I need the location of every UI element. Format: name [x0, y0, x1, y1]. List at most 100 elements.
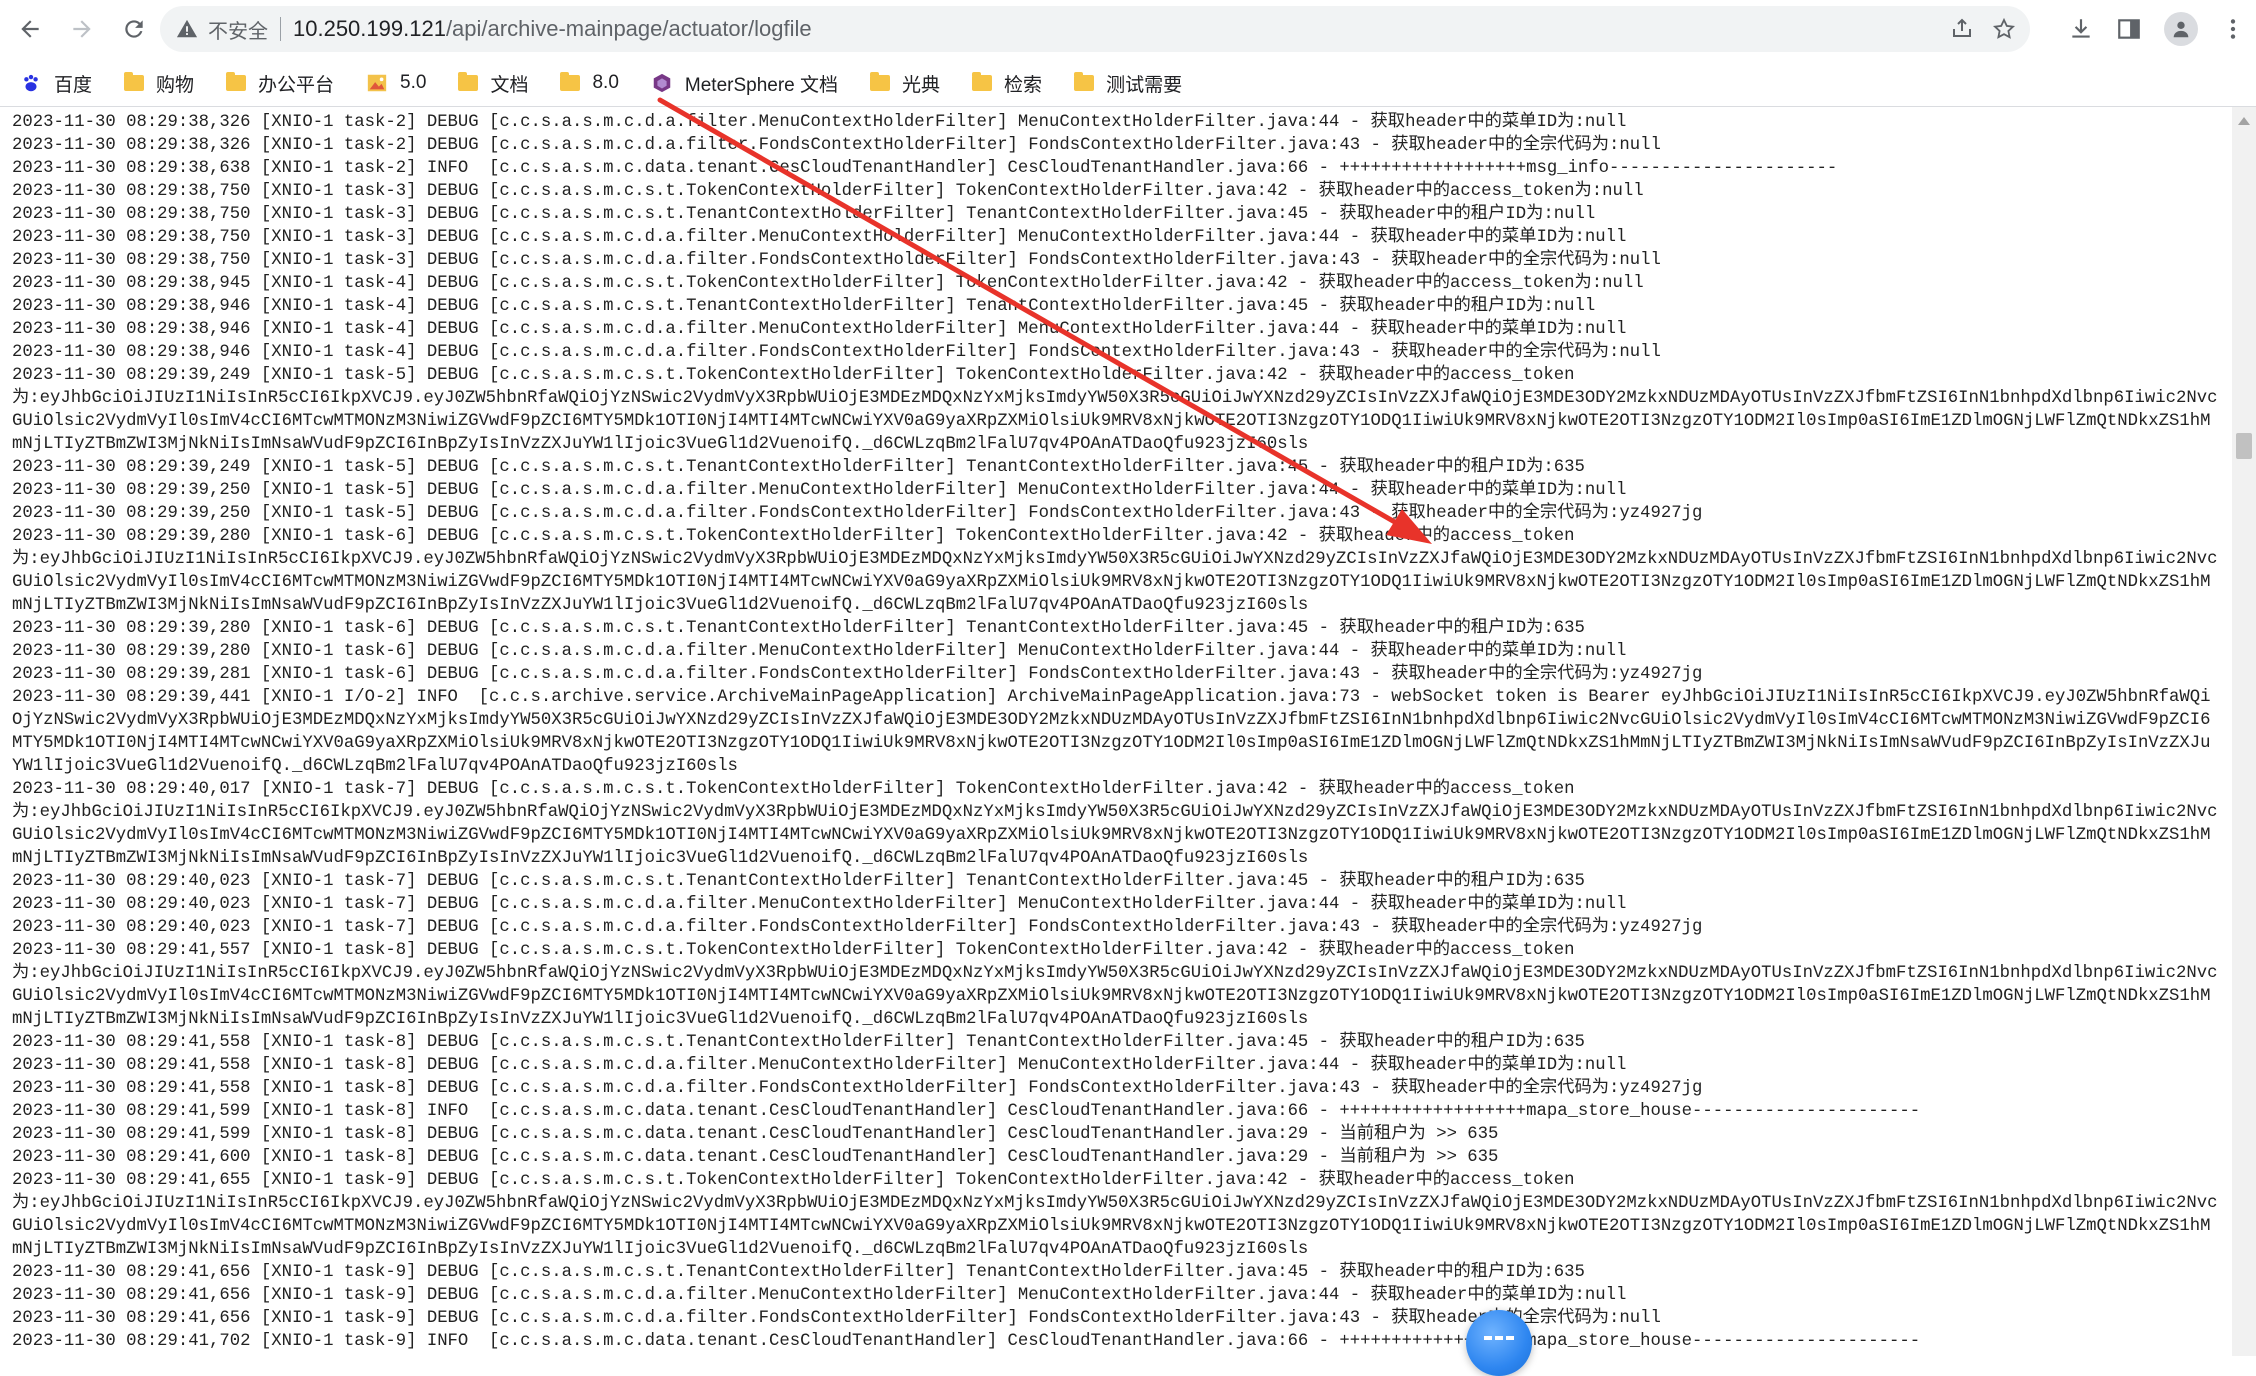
log-line: 2023-11-30 08:29:41,558 [XNIO-1 task-8] … [12, 1056, 1627, 1075]
reload-icon [125, 20, 143, 38]
log-line: 2023-11-30 08:29:41,702 [XNIO-1 task-9] … [12, 1332, 1921, 1351]
log-line: 2023-11-30 08:29:38,750 [XNIO-1 task-3] … [12, 251, 1661, 270]
bookmark-baidu[interactable]: 百度 [8, 65, 104, 101]
log-line: 2023-11-30 08:29:41,558 [XNIO-1 task-8] … [12, 1033, 1585, 1052]
share-icon[interactable] [1950, 17, 1974, 41]
log-line: 为:eyJhbGciOiJIUzI1NiIsInR5cCI6IkpXVCJ9.e… [12, 550, 2218, 615]
url-host[interactable]: 10.250.199.121 [293, 16, 446, 42]
omnibox-divider [280, 17, 281, 41]
log-line: 2023-11-30 08:29:39,280 [XNIO-1 task-6] … [12, 527, 1575, 546]
bookmark-folder-8-0[interactable]: 8.0 [548, 65, 630, 101]
bookmark-folder-guangdian[interactable]: 光典 [858, 65, 952, 101]
browser-toolbar: 不安全 10.250.199.121 /api/archive-mainpage… [0, 0, 2256, 58]
log-line: 2023-11-30 08:29:38,326 [XNIO-1 task-2] … [12, 136, 1661, 155]
log-line: 2023-11-30 08:29:39,280 [XNIO-1 task-6] … [12, 619, 1585, 638]
bookmark-folder-shopping[interactable]: 购物 [112, 65, 206, 101]
log-line: 2023-11-30 08:29:38,946 [XNIO-1 task-4] … [12, 320, 1627, 339]
log-line: 2023-11-30 08:29:41,599 [XNIO-1 task-8] … [12, 1102, 1921, 1121]
bookmark-folder-search[interactable]: 检索 [960, 65, 1054, 101]
warning-icon[interactable] [176, 18, 198, 40]
log-line: 2023-11-30 08:29:40,017 [XNIO-1 task-7] … [12, 780, 1575, 799]
folder-icon [124, 72, 145, 91]
log-line: 为:eyJhbGciOiJIUzI1NiIsInR5cCI6IkpXVCJ9.e… [12, 964, 2218, 1029]
log-line: 2023-11-30 08:29:39,250 [XNIO-1 task-5] … [12, 504, 1703, 523]
log-line: 2023-11-30 08:29:38,946 [XNIO-1 task-4] … [12, 343, 1661, 362]
more-menu-icon[interactable] [2220, 16, 2246, 42]
folder-icon [226, 72, 247, 91]
log-line: 2023-11-30 08:29:41,656 [XNIO-1 task-9] … [12, 1309, 1661, 1328]
arrow-left-icon [21, 20, 39, 38]
metersphere-icon [653, 73, 671, 93]
bookmark-label: 百度 [54, 74, 93, 96]
image-bookmark-icon [367, 74, 387, 92]
log-line: 2023-11-30 08:29:40,023 [XNIO-1 task-7] … [12, 872, 1585, 891]
bookmark-5-0[interactable]: 5.0 [354, 65, 438, 101]
bookmark-label: 办公平台 [258, 74, 335, 96]
bookmark-label: 光典 [902, 74, 941, 96]
bookmark-folder-test[interactable]: 测试需要 [1062, 65, 1194, 101]
log-line: 2023-11-30 08:29:41,656 [XNIO-1 task-9] … [12, 1263, 1585, 1282]
floating-assistant-button[interactable] [1466, 1310, 1532, 1376]
bookmark-label: 检索 [1004, 74, 1043, 96]
bookmark-folder-office[interactable]: 办公平台 [214, 65, 346, 101]
dash-icon [1484, 1336, 1514, 1344]
log-line: 2023-11-30 08:29:39,249 [XNIO-1 task-5] … [12, 458, 1585, 477]
omnibox-actions [1950, 6, 2016, 52]
vertical-scrollbar[interactable] [2232, 107, 2256, 1356]
log-line: 2023-11-30 08:29:41,558 [XNIO-1 task-8] … [12, 1079, 1703, 1098]
bookmark-label: 购物 [156, 74, 195, 96]
arrow-right-icon [73, 20, 91, 38]
bookmark-star-icon[interactable] [1992, 17, 2016, 41]
log-line: 2023-11-30 08:29:39,280 [XNIO-1 task-6] … [12, 642, 1627, 661]
logfile-text: 2023-11-30 08:29:38,326 [XNIO-1 task-2] … [0, 107, 2220, 1353]
log-line: 2023-11-30 08:29:39,250 [XNIO-1 task-5] … [12, 481, 1627, 500]
folder-icon [458, 72, 479, 91]
log-line: 2023-11-30 08:29:41,655 [XNIO-1 task-9] … [12, 1171, 1575, 1190]
log-line: 2023-11-30 08:29:39,281 [XNIO-1 task-6] … [12, 665, 1703, 684]
profile-avatar[interactable] [2164, 12, 2198, 46]
folder-icon [1074, 72, 1095, 91]
bookmark-metersphere[interactable]: MeterSphere 文档 [639, 65, 850, 101]
log-line: 2023-11-30 08:29:38,945 [XNIO-1 task-4] … [12, 274, 1644, 293]
log-line: 2023-11-30 08:29:41,656 [XNIO-1 task-9] … [12, 1286, 1627, 1305]
log-line: 为:eyJhbGciOiJIUzI1NiIsInR5cCI6IkpXVCJ9.e… [12, 803, 2218, 868]
baidu-paw-icon [24, 74, 38, 92]
log-line: 2023-11-30 08:29:41,600 [XNIO-1 task-8] … [12, 1148, 1499, 1167]
folder-icon [870, 72, 891, 91]
scroll-up-arrow-icon[interactable] [2238, 117, 2250, 125]
log-line: 为:eyJhbGciOiJIUzI1NiIsInR5cCI6IkpXVCJ9.e… [12, 1194, 2218, 1259]
bookmarks-bar: 百度 购物 办公平台 5.0 文档 8.0 MeterSphere 文档 光典 … [0, 60, 2256, 107]
log-line: 2023-11-30 08:29:39,249 [XNIO-1 task-5] … [12, 366, 1575, 385]
reload-button[interactable] [112, 7, 156, 51]
bookmark-label: MeterSphere 文档 [684, 74, 839, 96]
bookmark-label: 测试需要 [1106, 74, 1183, 96]
log-line: 2023-11-30 08:29:41,557 [XNIO-1 task-8] … [12, 941, 1575, 960]
log-line: 2023-11-30 08:29:38,946 [XNIO-1 task-4] … [12, 297, 1596, 316]
scrollbar-thumb[interactable] [2236, 433, 2252, 459]
log-line: 2023-11-30 08:29:41,599 [XNIO-1 task-8] … [12, 1125, 1499, 1144]
bookmark-folder-docs[interactable]: 文档 [446, 65, 540, 101]
insecure-label[interactable]: 不安全 [208, 15, 268, 44]
log-line: 2023-11-30 08:29:38,326 [XNIO-1 task-2] … [12, 113, 1627, 132]
side-panel-icon[interactable] [2116, 16, 2142, 42]
bookmark-label: 文档 [490, 74, 529, 96]
log-line: 2023-11-30 08:29:40,023 [XNIO-1 task-7] … [12, 895, 1627, 914]
log-line: 2023-11-30 08:29:38,750 [XNIO-1 task-3] … [12, 182, 1644, 201]
log-line: 2023-11-30 08:29:39,441 [XNIO-1 I/O-2] I… [12, 688, 2211, 776]
folder-icon [560, 72, 581, 91]
log-line: 2023-11-30 08:29:40,023 [XNIO-1 task-7] … [12, 918, 1703, 937]
log-line: 2023-11-30 08:29:38,750 [XNIO-1 task-3] … [12, 228, 1627, 247]
url-path[interactable]: /api/archive-mainpage/actuator/logfile [446, 16, 812, 42]
forward-button[interactable] [60, 7, 104, 51]
log-line: 为:eyJhbGciOiJIUzI1NiIsInR5cCI6IkpXVCJ9.e… [12, 389, 2218, 454]
bookmark-label: 8.0 [592, 72, 619, 93]
address-bar[interactable]: 不安全 10.250.199.121 /api/archive-mainpage… [160, 6, 2030, 52]
log-line: 2023-11-30 08:29:38,750 [XNIO-1 task-3] … [12, 205, 1596, 224]
log-line: 2023-11-30 08:29:38,638 [XNIO-1 task-2] … [12, 159, 1838, 178]
folder-icon [972, 72, 993, 91]
logfile-viewport[interactable]: 2023-11-30 08:29:38,326 [XNIO-1 task-2] … [0, 107, 2232, 1356]
person-icon [2173, 21, 2189, 38]
download-icon[interactable] [2068, 16, 2094, 42]
bookmark-label: 5.0 [400, 72, 427, 93]
back-button[interactable] [8, 7, 52, 51]
